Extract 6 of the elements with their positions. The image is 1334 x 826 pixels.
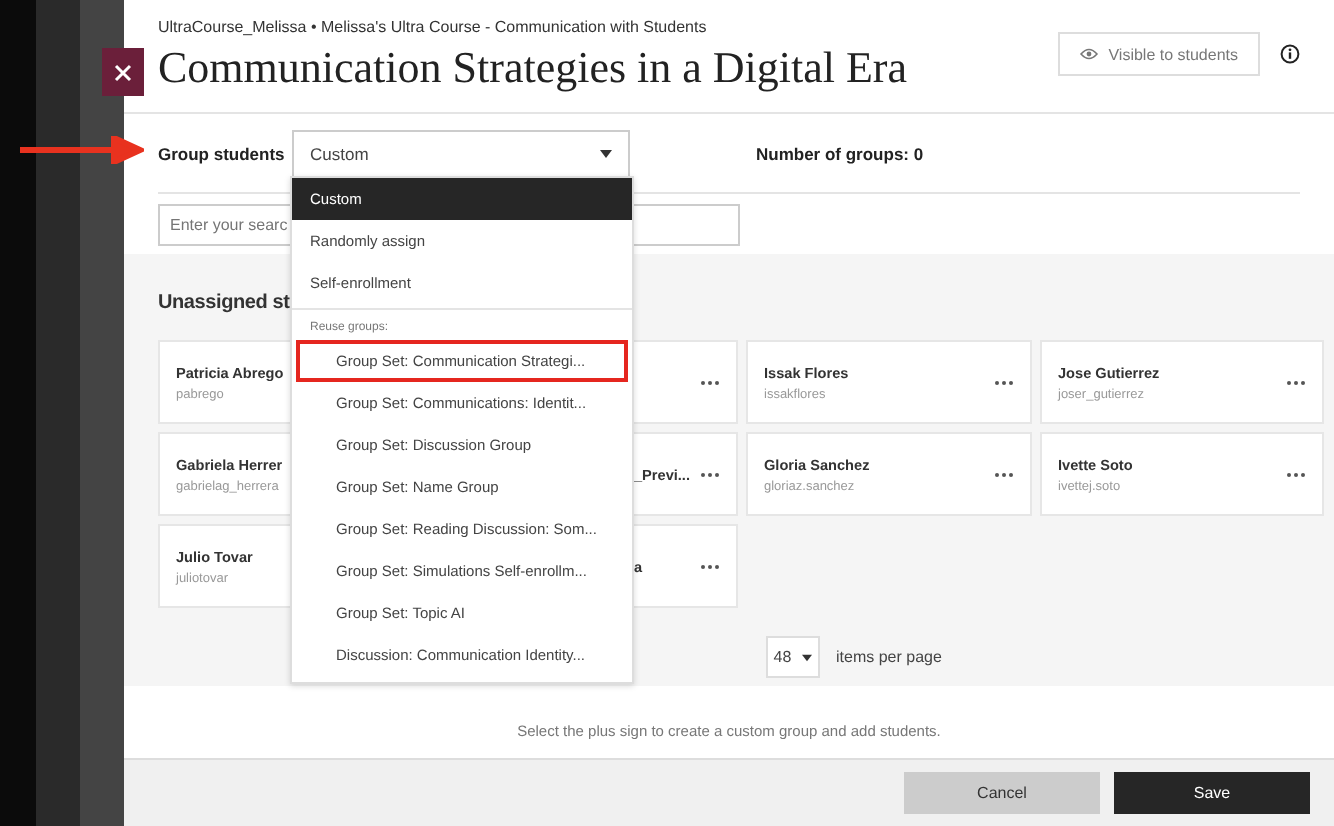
page-title: Communication Strategies in a Digital Era [158,42,908,94]
per-page-label: items per page [836,648,942,666]
breadcrumb: UltraCourse_Melissa • Melissa's Ultra Course - Communication with Students [158,18,709,36]
group-count: Number of groups: 0 [756,143,924,163]
field-label: Group students [158,143,287,163]
section-heading: Unassigned st [158,292,292,314]
